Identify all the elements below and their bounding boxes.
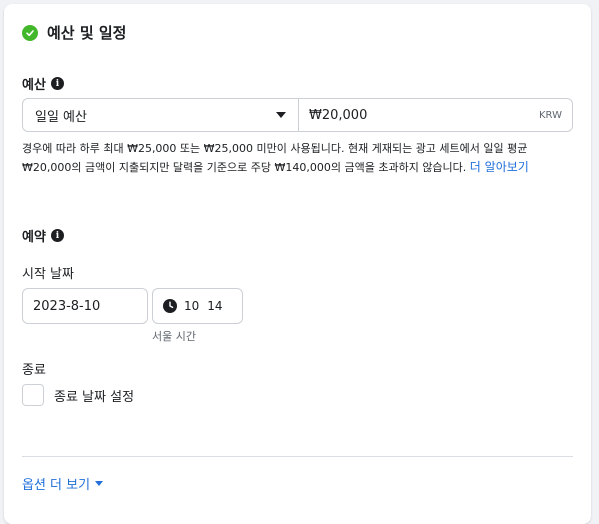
end-date-checkbox[interactable] [22, 384, 44, 406]
info-icon[interactable]: i [50, 229, 64, 242]
check-circle-icon [22, 24, 38, 41]
start-hour[interactable]: 10 [184, 299, 199, 313]
section-header: 예산 및 일정 [22, 22, 126, 43]
caret-down-icon [276, 112, 286, 118]
timezone-label: 서울 시간 [152, 330, 196, 343]
start-date-value: 2023-8-10 [33, 298, 101, 314]
divider [22, 456, 573, 457]
budget-label-text: 예산 [22, 78, 46, 93]
chevron-down-icon [95, 481, 104, 486]
budget-schedule-card: 예산 및 일정 예산 i 일일 예산 KRW 경우에 따라 하루 최대 ₩25,… [4, 4, 591, 524]
budget-help-body: 경우에 따라 하루 최대 ₩25,000 또는 ₩25,000 미만이 사용됩니… [22, 142, 528, 174]
budget-amount-input[interactable] [309, 107, 509, 123]
info-icon[interactable]: i [50, 77, 64, 90]
end-label: 종료 [22, 363, 46, 378]
learn-more-link[interactable]: 더 알아보기 [470, 160, 529, 174]
budget-help-text: 경우에 따라 하루 최대 ₩25,000 또는 ₩25,000 미만이 사용됩니… [22, 140, 575, 177]
start-date-input[interactable]: 2023-8-10 [22, 288, 148, 324]
end-date-toggle[interactable]: 종료 날짜 설정 [22, 384, 134, 406]
budget-label: 예산 i [22, 74, 64, 93]
start-time-input[interactable]: 10 14 [152, 288, 243, 324]
start-date-label: 시작 날짜 [22, 267, 74, 282]
end-date-checkbox-label: 종료 날짜 설정 [54, 389, 135, 405]
section-title: 예산 및 일정 [47, 24, 127, 42]
budget-amount-field[interactable]: KRW [299, 99, 572, 131]
more-options-link[interactable]: 옵션 더 보기 [22, 474, 104, 493]
budget-type-value: 일일 예산 [35, 109, 87, 125]
clock-icon [163, 299, 177, 313]
budget-input-group: 일일 예산 KRW [22, 98, 573, 132]
schedule-label-text: 예약 [22, 230, 46, 245]
start-minute[interactable]: 14 [207, 299, 222, 313]
schedule-label: 예약 i [22, 226, 64, 245]
currency-label: KRW [539, 109, 562, 121]
more-options-label: 옵션 더 보기 [22, 478, 91, 493]
budget-type-dropdown[interactable]: 일일 예산 [23, 99, 299, 131]
